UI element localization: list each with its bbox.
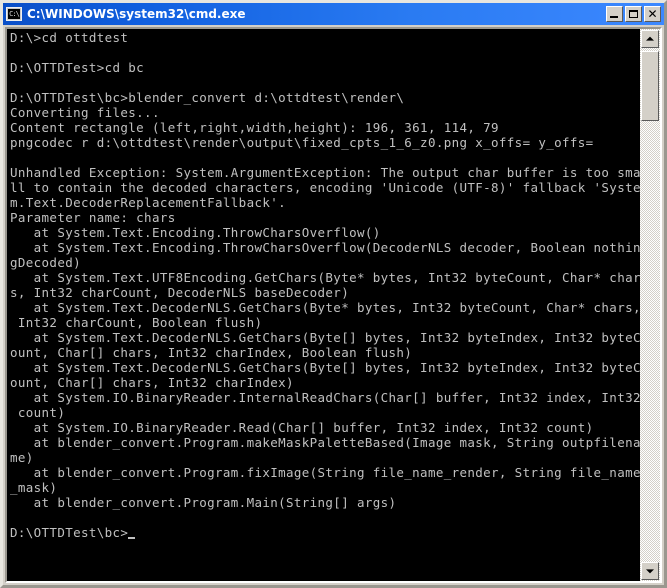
minimize-icon <box>610 16 618 18</box>
title-bar[interactable]: C:\ C:\WINDOWS\system32\cmd.exe ✕ <box>3 3 664 25</box>
close-button[interactable]: ✕ <box>644 6 661 22</box>
chevron-up-icon <box>646 36 654 41</box>
console-output-area[interactable]: D:\>cd ottdtest D:\OTTDTest>cd bc D:\OTT… <box>7 29 640 581</box>
window-controls: ✕ <box>606 6 662 22</box>
minimize-button[interactable] <box>606 6 623 22</box>
scrollbar-thumb[interactable] <box>641 51 659 121</box>
close-icon: ✕ <box>647 7 658 21</box>
cmd-window: C:\ C:\WINDOWS\system32\cmd.exe ✕ D:\>cd… <box>0 0 667 588</box>
console-text: D:\>cd ottdtest D:\OTTDTest>cd bc D:\OTT… <box>10 30 640 540</box>
scroll-up-button[interactable] <box>641 30 659 48</box>
scroll-down-button[interactable] <box>641 562 659 580</box>
vertical-scrollbar[interactable] <box>640 29 660 581</box>
text-cursor <box>128 537 136 539</box>
client-area: D:\>cd ottdtest D:\OTTDTest>cd bc D:\OTT… <box>5 27 662 583</box>
chevron-down-icon <box>646 569 654 574</box>
cmd-icon-glyph: C:\ <box>9 10 20 18</box>
maximize-button[interactable] <box>625 6 642 22</box>
window-title: C:\WINDOWS\system32\cmd.exe <box>27 7 246 21</box>
maximize-icon <box>629 10 638 18</box>
cmd-console-icon: C:\ <box>6 7 22 21</box>
